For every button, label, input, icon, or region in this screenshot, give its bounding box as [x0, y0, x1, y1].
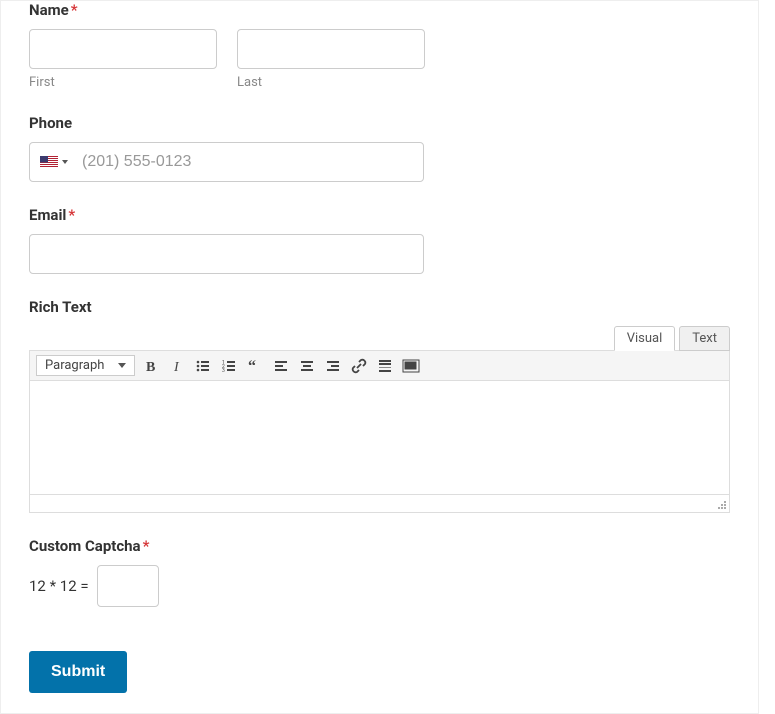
bold-button[interactable]: B — [141, 356, 161, 376]
toolbar-toggle-button[interactable] — [401, 356, 421, 376]
captcha-label-text: Custom Captcha — [29, 537, 141, 555]
format-select-label: Paragraph — [45, 358, 104, 373]
richtext-field-group: Rich Text Visual Text Paragraph B I 123 — [29, 298, 730, 513]
last-name-col: Last — [237, 29, 425, 90]
phone-label: Phone — [29, 114, 730, 132]
blockquote-button[interactable]: “ — [245, 356, 265, 376]
svg-text:B: B — [146, 360, 155, 374]
align-center-button[interactable] — [297, 356, 317, 376]
email-label: Email* — [29, 206, 730, 224]
captcha-required-mark: * — [143, 537, 150, 555]
align-left-button[interactable] — [271, 356, 291, 376]
first-name-col: First — [29, 29, 217, 90]
form-wrapper: Name* First Last Phone — [0, 0, 759, 714]
email-label-text: Email — [29, 206, 66, 224]
email-input[interactable] — [29, 234, 424, 274]
name-field-group: Name* First Last — [29, 1, 730, 90]
captcha-label: Custom Captcha* — [29, 537, 730, 555]
submit-button[interactable]: Submit — [29, 651, 127, 693]
name-row: First Last — [29, 29, 730, 90]
country-flag-selector[interactable] — [40, 156, 78, 168]
tab-text[interactable]: Text — [679, 326, 730, 351]
richtext-editor[interactable] — [29, 381, 730, 495]
format-select[interactable]: Paragraph — [36, 355, 135, 376]
richtext-toolbar: Paragraph B I 123 “ — [29, 350, 730, 381]
resize-grip-icon[interactable] — [717, 500, 727, 510]
chevron-down-icon — [118, 363, 126, 368]
align-right-button[interactable] — [323, 356, 343, 376]
phone-field-group: Phone — [29, 114, 730, 182]
svg-text:I: I — [173, 360, 180, 374]
captcha-field-group: Custom Captcha* 12 * 12 = — [29, 537, 730, 607]
name-required-mark: * — [71, 1, 78, 19]
richtext-tabs-row: Visual Text — [29, 326, 730, 350]
richtext-statusbar — [29, 495, 730, 513]
email-field-group: Email* — [29, 206, 730, 274]
phone-input[interactable] — [78, 145, 423, 179]
name-label-text: Name — [29, 1, 69, 19]
insert-more-button[interactable] — [375, 356, 395, 376]
captcha-row: 12 * 12 = — [29, 565, 730, 607]
numbered-list-button[interactable]: 123 — [219, 356, 239, 376]
link-button[interactable] — [349, 356, 369, 376]
tab-visual[interactable]: Visual — [614, 326, 676, 351]
last-name-input[interactable] — [237, 29, 425, 69]
richtext-label: Rich Text — [29, 298, 730, 316]
email-required-mark: * — [68, 206, 75, 224]
first-name-input[interactable] — [29, 29, 217, 69]
first-name-sublabel: First — [29, 75, 217, 90]
name-label: Name* — [29, 1, 730, 19]
svg-text:“: “ — [248, 358, 256, 374]
captcha-input[interactable] — [97, 565, 159, 607]
captcha-question: 12 * 12 = — [29, 577, 89, 595]
svg-text:3: 3 — [222, 368, 225, 374]
richtext-tabs: Visual Text — [614, 326, 730, 351]
bullet-list-button[interactable] — [193, 356, 213, 376]
last-name-sublabel: Last — [237, 75, 425, 90]
italic-button[interactable]: I — [167, 356, 187, 376]
phone-input-wrap — [29, 142, 424, 182]
us-flag-icon — [40, 156, 58, 168]
chevron-down-icon — [62, 160, 68, 164]
